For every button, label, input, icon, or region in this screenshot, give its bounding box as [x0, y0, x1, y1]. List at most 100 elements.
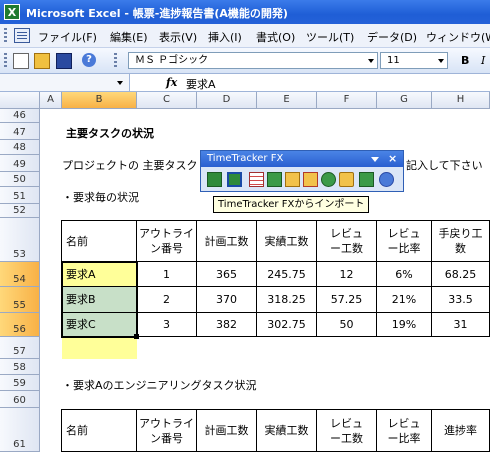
section-title[interactable]: 主要タスクの状況	[66, 125, 154, 141]
table-cell[interactable]: 365	[197, 262, 257, 287]
row-header[interactable]: 49	[0, 155, 40, 172]
table-cell[interactable]: 21%	[377, 287, 432, 313]
table-header-cell[interactable]: レビュー工数	[317, 221, 377, 262]
new-document-icon[interactable]	[13, 53, 29, 69]
column-header-h[interactable]: H	[432, 92, 490, 109]
download-icon[interactable]	[359, 172, 374, 187]
import-icon[interactable]	[227, 172, 242, 187]
column-header-a[interactable]: A	[40, 92, 62, 109]
fill-handle[interactable]	[134, 334, 139, 339]
row-header[interactable]: 60	[0, 391, 40, 408]
menu-data[interactable]: データ(D)	[367, 29, 417, 45]
edit-icon[interactable]	[267, 172, 282, 187]
toolbar-grip-icon[interactable]	[4, 53, 7, 69]
menu-window[interactable]: ウィンドウ(W)	[426, 29, 490, 45]
table-header-cell[interactable]: アウトライン番号	[137, 410, 197, 452]
table-cell[interactable]: 12	[317, 262, 377, 287]
column-header-f[interactable]: F	[317, 92, 377, 109]
italic-button[interactable]: I	[481, 54, 485, 67]
bold-button[interactable]: B	[461, 54, 469, 67]
row-header[interactable]: 59	[0, 375, 40, 391]
menu-file[interactable]: ファイル(F)	[38, 29, 97, 45]
table-header-cell[interactable]: 実績工数	[257, 221, 317, 262]
font-name-select[interactable]: ＭＳ Ｐゴシック	[128, 52, 378, 69]
export-icon[interactable]	[207, 172, 222, 187]
grid-icon[interactable]	[249, 172, 264, 187]
document-icon[interactable]	[14, 28, 30, 43]
column-header-g[interactable]: G	[377, 92, 432, 109]
table-cell[interactable]: 19%	[377, 313, 432, 337]
column-header-b[interactable]: B	[62, 92, 137, 109]
menu-view[interactable]: 表示(V)	[159, 29, 197, 45]
folder-icon[interactable]	[339, 172, 354, 187]
table-header-cell[interactable]: 計画工数	[197, 410, 257, 452]
chevron-down-icon[interactable]	[368, 59, 374, 63]
row-header[interactable]: 53	[0, 218, 40, 262]
table-header-cell[interactable]: レビュー工数	[317, 410, 377, 452]
menu-edit[interactable]: 編集(E)	[110, 29, 148, 45]
table-cell[interactable]: 318.25	[257, 287, 317, 313]
table-header-cell[interactable]: 手戻り工数	[432, 221, 490, 262]
sub-heading-engineering[interactable]: ・要求Aのエンジニアリングタスク状況	[62, 377, 257, 393]
row-header[interactable]: 46	[0, 109, 40, 123]
intro-text-right[interactable]: 記入して下さい	[406, 157, 483, 173]
help-circle-icon[interactable]: ?	[82, 53, 96, 67]
table-cell[interactable]: 2	[137, 287, 197, 313]
toolbar-options-chevron-icon[interactable]	[371, 157, 379, 162]
fx-icon[interactable]: fx	[166, 76, 177, 89]
menu-format[interactable]: 書式(O)	[256, 29, 295, 45]
menu-grip-icon[interactable]	[4, 28, 7, 44]
intro-text-left[interactable]: プロジェクトの 主要タスク	[62, 157, 198, 173]
table-cell[interactable]: 245.75	[257, 262, 317, 287]
row-header[interactable]: 52	[0, 204, 40, 218]
chevron-down-icon[interactable]	[438, 59, 444, 63]
column-header-e[interactable]: E	[257, 92, 317, 109]
column-header-d[interactable]: D	[197, 92, 257, 109]
add-icon[interactable]	[285, 172, 300, 187]
row-header[interactable]: 55	[0, 287, 40, 313]
menu-tools[interactable]: ツール(T)	[306, 29, 354, 45]
table-cell[interactable]: 33.5	[432, 287, 490, 313]
formula-content[interactable]: 要求A	[186, 76, 216, 92]
row-header[interactable]: 51	[0, 187, 40, 204]
chevron-down-icon[interactable]	[117, 81, 123, 85]
column-header-c[interactable]: C	[137, 92, 197, 109]
table-header-cell[interactable]: 計画工数	[197, 221, 257, 262]
row-header[interactable]: 47	[0, 123, 40, 140]
table-cell[interactable]: 3	[137, 313, 197, 337]
open-folder-icon[interactable]	[34, 53, 50, 69]
table-cell[interactable]: 1	[137, 262, 197, 287]
table-header-cell[interactable]: レビュー比率	[377, 410, 432, 452]
table-cell[interactable]: 31	[432, 313, 490, 337]
menu-insert[interactable]: 挿入(I)	[208, 29, 242, 45]
table-cell[interactable]: 6%	[377, 262, 432, 287]
table-cell[interactable]: 50	[317, 313, 377, 337]
row-header[interactable]: 61	[0, 408, 40, 452]
table-cell[interactable]: 382	[197, 313, 257, 337]
row-header[interactable]: 58	[0, 359, 40, 375]
close-icon[interactable]: ×	[388, 152, 397, 165]
row-header[interactable]: 54	[0, 262, 40, 287]
delete-icon[interactable]	[303, 172, 318, 187]
sub-heading-requirements[interactable]: ・要求毎の状況	[62, 189, 139, 205]
name-box[interactable]	[0, 74, 130, 91]
table-header-cell[interactable]: 名前	[62, 221, 137, 262]
table-cell[interactable]: 68.25	[432, 262, 490, 287]
table-cell[interactable]: 57.25	[317, 287, 377, 313]
table-header-cell[interactable]: アウトライン番号	[137, 221, 197, 262]
row-header[interactable]: 56	[0, 313, 40, 337]
table-cell[interactable]: 302.75	[257, 313, 317, 337]
font-size-select[interactable]: 11	[380, 52, 448, 69]
row-header[interactable]: 57	[0, 337, 40, 359]
help-icon[interactable]	[379, 172, 394, 187]
table-header-cell[interactable]: 進捗率	[432, 410, 490, 452]
table-header-cell[interactable]: 実績工数	[257, 410, 317, 452]
refresh-icon[interactable]	[321, 172, 336, 187]
timetracker-title-bar[interactable]: TimeTracker FX ×	[201, 151, 403, 167]
select-all-corner[interactable]	[0, 92, 40, 109]
toolbar-grip-2-icon[interactable]	[114, 53, 117, 69]
table-header-cell[interactable]: レビュー比率	[377, 221, 432, 262]
row-header[interactable]: 50	[0, 172, 40, 187]
table-cell[interactable]: 370	[197, 287, 257, 313]
row-header[interactable]: 48	[0, 140, 40, 155]
